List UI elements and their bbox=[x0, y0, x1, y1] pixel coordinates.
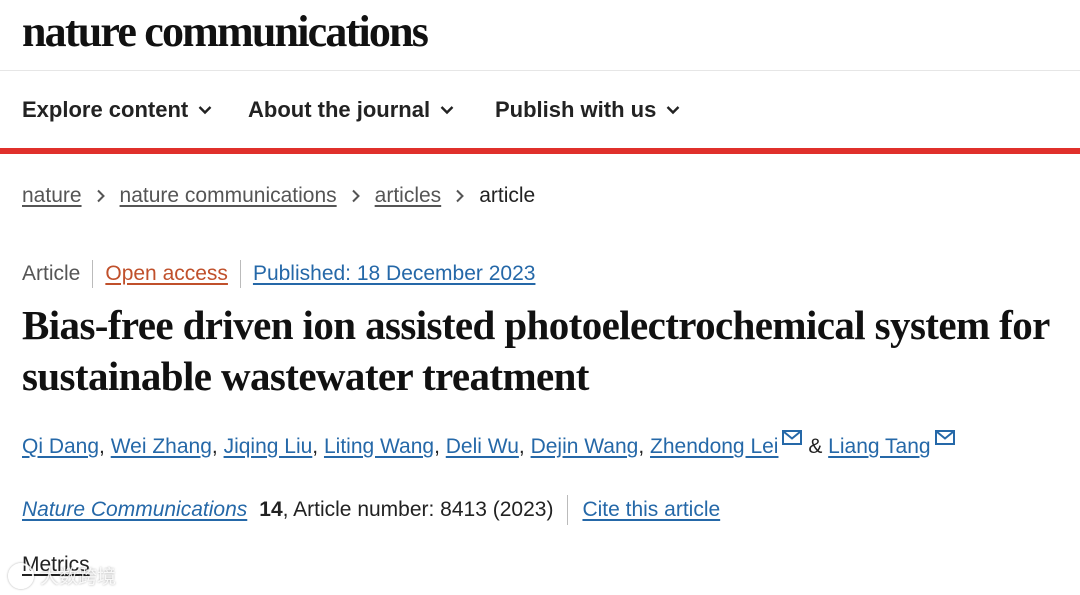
chevron-right-icon bbox=[351, 189, 360, 203]
mail-icon[interactable] bbox=[934, 430, 955, 445]
chevron-down-icon bbox=[440, 106, 454, 115]
author-conjunction: & bbox=[808, 435, 829, 458]
breadcrumb-nature-communications[interactable]: nature communications bbox=[120, 184, 337, 208]
chevron-down-icon bbox=[666, 106, 680, 115]
nav-explore-content[interactable]: Explore content bbox=[22, 97, 212, 123]
accent-divider bbox=[0, 148, 1080, 154]
volume-number: 14 bbox=[259, 498, 283, 521]
watermark: 大数跨境 bbox=[8, 562, 116, 589]
nav-item-label: About the journal bbox=[248, 97, 431, 122]
watermark-text: 大数跨境 bbox=[40, 567, 117, 588]
nav-about-journal[interactable]: About the journal bbox=[248, 97, 454, 123]
author-list: Qi Dang, Wei Zhang, Jiqing Liu, Liting W… bbox=[22, 430, 1072, 459]
open-access-link[interactable]: Open access bbox=[105, 262, 228, 286]
author-link[interactable]: Liang Tang bbox=[828, 435, 930, 458]
author-link[interactable]: Qi Dang bbox=[22, 435, 99, 458]
watermark-logo-icon bbox=[8, 562, 34, 589]
breadcrumb-articles[interactable]: articles bbox=[375, 184, 442, 208]
author-link[interactable]: Zhendong Lei bbox=[650, 435, 778, 458]
author-link[interactable]: Liting Wang bbox=[324, 435, 434, 458]
citation-line: Nature Communications 14 , Article numbe… bbox=[22, 495, 720, 525]
article-title: Bias-free driven ion assisted photoelect… bbox=[22, 302, 1050, 399]
nav-item-label: Publish with us bbox=[495, 97, 657, 122]
author-link[interactable]: Wei Zhang bbox=[111, 435, 212, 458]
masthead: nature communications bbox=[0, 0, 1080, 71]
author-link[interactable]: Jiqing Liu bbox=[224, 435, 313, 458]
breadcrumb: nature nature communications articles ar… bbox=[22, 184, 535, 208]
published-date-link[interactable]: Published: 18 December 2023 bbox=[253, 262, 536, 286]
mail-icon[interactable] bbox=[782, 430, 803, 445]
chevron-down-icon bbox=[198, 106, 212, 115]
meta-divider bbox=[239, 260, 241, 288]
chevron-right-icon bbox=[456, 189, 465, 203]
nav-publish-with-us[interactable]: Publish with us bbox=[495, 97, 680, 123]
cite-article-link[interactable]: Cite this article bbox=[582, 498, 720, 522]
article-page: nature communications Explore content Ab… bbox=[0, 0, 1080, 595]
nav-item-label: Explore content bbox=[22, 97, 189, 122]
citation-divider bbox=[567, 495, 569, 525]
breadcrumb-nature[interactable]: nature bbox=[22, 184, 82, 208]
author-link[interactable]: Dejin Wang bbox=[531, 435, 639, 458]
journal-logo[interactable]: nature communications bbox=[22, 6, 429, 58]
meta-divider bbox=[92, 260, 94, 288]
breadcrumb-current: article bbox=[479, 184, 536, 207]
article-type: Article bbox=[22, 262, 81, 285]
article-number: , Article number: 8413 (2023) bbox=[282, 498, 554, 521]
chevron-right-icon bbox=[96, 189, 105, 203]
main-nav: Explore content About the journal Publis… bbox=[0, 71, 1080, 147]
article-meta: Article Open access Published: 18 Decemb… bbox=[22, 260, 535, 288]
author-link[interactable]: Deli Wu bbox=[446, 435, 519, 458]
journal-link[interactable]: Nature Communications bbox=[22, 498, 247, 522]
